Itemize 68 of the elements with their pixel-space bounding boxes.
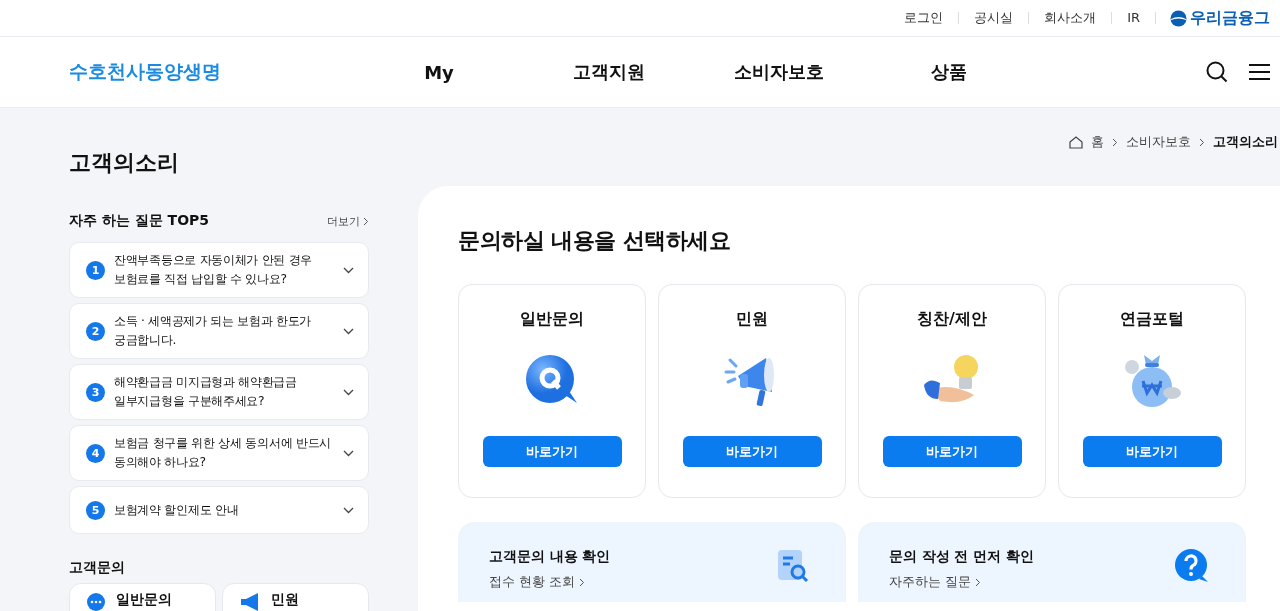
main-title: 문의하실 내용을 선택하세요 <box>458 227 732 255</box>
nav-item[interactable]: 상품 <box>864 60 1034 84</box>
chat-icon <box>86 592 106 611</box>
inquiry-card[interactable]: 일반문의 <box>69 583 216 611</box>
site-logo[interactable]: 수호천사동양생명 <box>69 59 283 85</box>
shortcut-link[interactable]: 접수 현황 조회 <box>489 574 611 591</box>
number-badge: 4 <box>86 443 105 463</box>
card-title: 일반문의 <box>520 309 584 330</box>
faq-question: 소득 · 세액공제가 되는 보험과 한도가 궁금합니다. <box>114 313 313 349</box>
group-logo[interactable]: 우리금융그 <box>1156 7 1280 29</box>
card-title: 민원 <box>736 309 768 330</box>
go-button[interactable]: 바로가기 <box>682 436 822 467</box>
faq-question: 잔액부족등으로 자동이체가 안된 경우 보험료를 직접 납입할 수 있나요? <box>114 252 314 288</box>
page-title: 고객의소리 <box>69 149 180 177</box>
chevron-right-icon <box>578 578 585 587</box>
number-badge: 5 <box>86 500 105 520</box>
menu-icon[interactable] <box>1248 64 1270 80</box>
utility-link[interactable]: IR <box>1112 12 1156 24</box>
card-title: 칭찬/제안 <box>917 309 987 330</box>
number-badge: 1 <box>86 260 105 280</box>
chevron-icon <box>343 449 354 457</box>
chevron-right-icon <box>363 216 369 226</box>
shortcut-title: 문의 작성 전 먼저 확인 <box>889 548 1034 566</box>
speech-bubble-icon <box>525 355 579 405</box>
search-icon[interactable] <box>1206 61 1228 83</box>
breadcrumb-item[interactable]: 홈 <box>1091 133 1104 151</box>
logo-icon <box>1170 9 1187 27</box>
chevron-right-icon <box>1112 137 1118 147</box>
go-button[interactable]: 바로가기 <box>482 436 622 467</box>
faq-item[interactable]: 3 해약환급금 미지급형과 해약환급금 일부지급형을 구분해주세요? <box>69 364 369 420</box>
faq-item[interactable]: 1 잔액부족등으로 자동이체가 안된 경우 보험료를 직접 납입할 수 있나요? <box>69 242 369 298</box>
go-button[interactable]: 바로가기 <box>882 436 1022 467</box>
chevron-right-icon <box>975 578 981 587</box>
megaphone-icon <box>239 592 261 611</box>
faq-item[interactable]: 5 보험계약 할인제도 안내 <box>69 486 369 534</box>
chevron-right-icon <box>1199 137 1205 147</box>
card-title: 연금포털 <box>1120 309 1184 330</box>
shortcut-card[interactable]: 고객문의 내용 확인 접수 현황 조회 <box>458 522 846 602</box>
utility-link[interactable]: 공시실 <box>959 12 1030 24</box>
breadcrumb-item[interactable]: 고객의소리 <box>1213 133 1278 151</box>
utility-link[interactable]: 로그인 <box>889 12 960 24</box>
chevron-icon <box>343 388 354 396</box>
go-button[interactable]: 바로가기 <box>1082 436 1222 467</box>
utility-link[interactable]: 회사소개 <box>1029 12 1113 24</box>
number-badge: 3 <box>86 382 105 402</box>
faq-question: 해약환급금 미지급형과 해약환급금 일부지급형을 구분해주세요? <box>114 374 298 410</box>
help-icon <box>1174 548 1210 584</box>
chevron-icon <box>343 506 354 514</box>
shortcut-card[interactable]: 문의 작성 전 먼저 확인 자주하는 질문 <box>858 522 1246 602</box>
number-badge: 2 <box>86 321 105 341</box>
chevron-icon <box>343 266 354 274</box>
breadcrumb-item[interactable]: 소비자보호 <box>1126 133 1191 151</box>
section-title: 고객문의 <box>69 559 126 577</box>
section-title: 자주 하는 질문 TOP5 <box>69 212 210 230</box>
faq-item[interactable]: 2 소득 · 세액공제가 되는 보험과 한도가 궁금합니다. <box>69 303 369 359</box>
nav-item[interactable]: 고객지원 <box>524 60 694 84</box>
shortcut-link[interactable]: 자주하는 질문 <box>889 574 1034 591</box>
shortcut-title: 고객문의 내용 확인 <box>489 548 611 566</box>
nav-item[interactable]: My <box>354 61 524 83</box>
document-search-icon <box>776 548 810 584</box>
chevron-icon <box>343 327 354 335</box>
home-icon[interactable] <box>1069 135 1083 149</box>
inquiry-card[interactable]: 민원 <box>222 583 369 611</box>
nav-item[interactable]: 소비자보호 <box>694 60 864 84</box>
faq-item[interactable]: 4 보험금 청구를 위한 상세 동의서에 반드시 동의해야 하나요? <box>69 425 369 481</box>
faq-question: 보험금 청구를 위한 상세 동의서에 반드시 동의해야 하나요? <box>114 435 332 471</box>
faq-question: 보험계약 할인제도 안내 <box>114 501 240 519</box>
more-link[interactable]: 더보기 <box>327 213 369 229</box>
